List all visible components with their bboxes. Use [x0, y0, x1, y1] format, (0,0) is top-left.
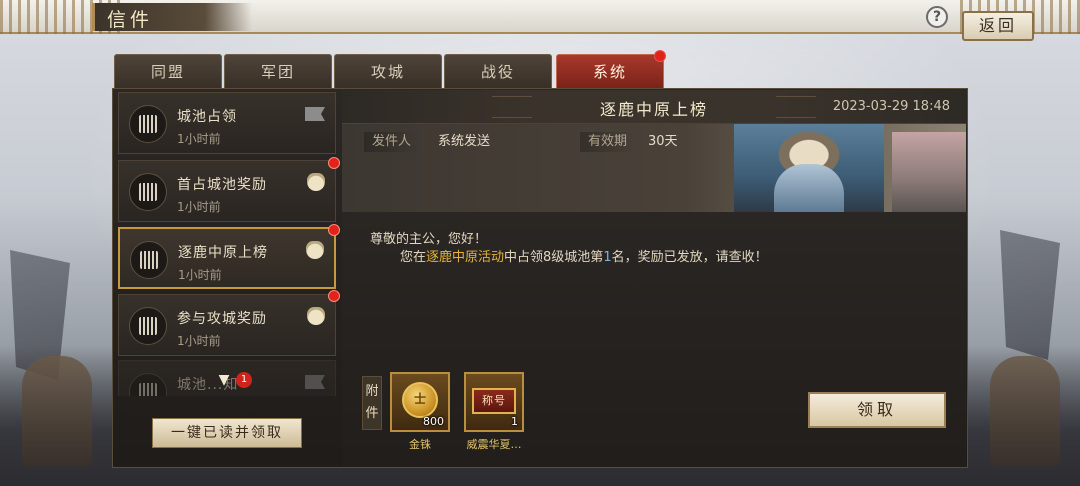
message-prefix: 您在 — [400, 250, 427, 265]
attachment-quantity: 1 — [511, 415, 518, 428]
chevron-down-icon[interactable]: ▼ — [214, 372, 234, 388]
help-button[interactable]: ? — [926, 6, 948, 28]
message-suffix: 名，奖励已发放，请查收！ — [611, 250, 768, 265]
mail-body: 尊敬的主公，您好！ 您在逐鹿中原活动中占领8级城池第1名，奖励已发放，请查收！ … — [342, 212, 966, 466]
unread-dot — [328, 224, 340, 236]
reward-bag-icon — [307, 307, 325, 325]
sender-label: 发件人 — [364, 132, 420, 152]
back-button[interactable]: 返回 — [962, 11, 1034, 41]
flag-icon — [305, 107, 325, 121]
coin-glyph: 士 — [413, 392, 426, 406]
unread-dot — [328, 157, 340, 169]
scroll-icon — [129, 373, 167, 396]
mail-info-band: 发件人 系统发送 有效期 30天 — [342, 124, 966, 212]
general-portrait — [734, 124, 884, 212]
scene-illustration — [892, 132, 966, 212]
mail-list[interactable]: 城池占领 1小时前 首占城池奖励 1小时前 逐鹿中原上榜 1小时前 参与攻城奖励… — [114, 90, 340, 396]
attachment-label: 附件 — [362, 376, 382, 430]
mail-list-item[interactable]: 参与攻城奖励 1小时前 — [118, 294, 336, 356]
mail-list-item[interactable]: 首占城池奖励 1小时前 — [118, 160, 336, 222]
attachment-name: 金铢 — [409, 438, 431, 451]
attachment-name: 威震华夏… — [466, 438, 522, 451]
flag-icon — [305, 375, 325, 389]
gold-coin-icon: 士 — [402, 382, 438, 418]
event-name: 逐鹿中原活动 — [426, 250, 505, 265]
attachment-slot[interactable]: 称号 1 — [464, 372, 524, 432]
top-bar: 信件 ? — [0, 0, 1080, 34]
mail-title: 逐鹿中原上榜 — [178, 245, 268, 261]
reward-bag-icon — [306, 241, 324, 259]
mail-time: 1小时前 — [178, 268, 222, 282]
notification-dot — [654, 50, 666, 62]
mail-message: 您在逐鹿中原活动中占领8级城池第1名，奖励已发放，请查收！ — [400, 246, 768, 265]
mail-greeting: 尊敬的主公，您好！ — [370, 232, 488, 247]
scroll-icon — [129, 105, 167, 143]
mail-title: 首占城池奖励 — [177, 177, 267, 193]
mail-detail-date: 2023-03-29 18:48 — [832, 99, 950, 114]
claim-button[interactable]: 领取 — [808, 392, 946, 428]
scroll-icon — [129, 307, 167, 345]
mail-time: 1小时前 — [177, 334, 221, 348]
tab-campaign[interactable]: 战役 — [444, 54, 552, 88]
page-title: 信件 — [107, 9, 154, 31]
scroll-icon — [129, 173, 167, 211]
read-all-claim-button[interactable]: 一键已读并领取 — [152, 418, 302, 448]
validity-value: 30天 — [648, 134, 678, 149]
tab-system[interactable]: 系统 — [556, 54, 664, 88]
validity-label: 有效期 — [580, 132, 636, 152]
mail-list-item[interactable]: 城池占领 1小时前 — [118, 92, 336, 154]
tab-siege[interactable]: 攻城 — [334, 54, 442, 88]
unread-dot — [328, 290, 340, 302]
background-soldier — [990, 356, 1060, 466]
mail-time: 1小时前 — [177, 132, 221, 146]
sender-value: 系统发送 — [438, 134, 491, 149]
mail-title: 城池占领 — [177, 109, 237, 125]
title-plaque-icon: 称号 — [472, 388, 516, 414]
tab-alliance[interactable]: 同盟 — [114, 54, 222, 88]
mail-time: 1小时前 — [177, 200, 221, 214]
scroll-icon — [130, 241, 168, 279]
rank-value: 1 — [603, 250, 612, 265]
attachment-slot[interactable]: 士 800 — [390, 372, 450, 432]
more-count-badge: 1 — [236, 372, 252, 388]
mail-title: 参与攻城奖励 — [177, 311, 267, 327]
background-soldier — [22, 356, 92, 466]
reward-bag-icon — [307, 173, 325, 191]
message-middle: 中占领8级城池第 — [504, 250, 604, 265]
tab-legion[interactable]: 军团 — [224, 54, 332, 88]
attachment-quantity: 800 — [423, 415, 444, 428]
mail-detail-header: 逐鹿中原上榜 2023-03-29 18:48 — [342, 90, 966, 124]
page-title-box: 信件 — [92, 3, 252, 31]
mail-list-item-selected[interactable]: 逐鹿中原上榜 1小时前 — [118, 227, 336, 289]
